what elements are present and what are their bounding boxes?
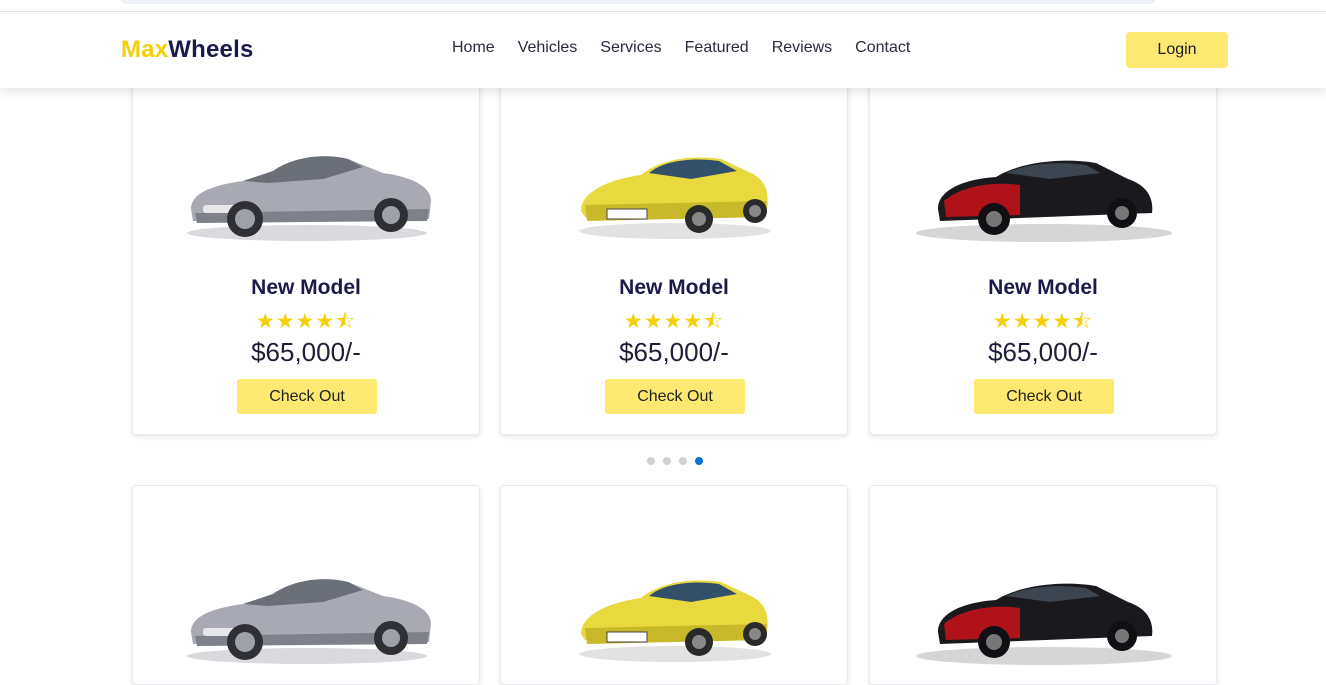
search-bar-edge	[120, 0, 1156, 4]
car-image-silver	[187, 579, 431, 664]
car-card: New Model ★★★★⯪ $65,000/- Check Out	[500, 80, 848, 435]
car-image-silver	[187, 156, 431, 241]
car-title: New Model	[619, 276, 729, 299]
car-price: $65,000/-	[619, 337, 729, 367]
car-image-yellow	[578, 157, 772, 240]
car-image-red	[916, 160, 1172, 242]
login-button[interactable]: Login	[1126, 32, 1228, 68]
car-title: New Model	[251, 276, 361, 299]
carousel-dot-4[interactable]	[695, 457, 703, 465]
nav-services[interactable]: Services	[600, 39, 661, 57]
logo-part-wheels: Wheels	[168, 36, 254, 63]
brand-logo[interactable]: MaxWheels	[121, 36, 254, 64]
nav-reviews[interactable]: Reviews	[772, 39, 832, 57]
car-price: $65,000/-	[251, 337, 361, 367]
carousel-dot-1[interactable]	[647, 457, 655, 465]
main-nav: Home Vehicles Services Featured Reviews …	[452, 39, 933, 57]
car-card: New Model ★★★★⯪ $65,000/- Check Out	[869, 80, 1217, 435]
car-card: New Model ★★★★⯪ $65,000/- Check Out	[132, 80, 480, 435]
car-card	[500, 485, 848, 685]
nav-vehicles[interactable]: Vehicles	[518, 39, 578, 57]
car-card	[869, 485, 1217, 685]
carousel-dots	[647, 457, 703, 465]
top-strip	[0, 0, 1326, 12]
check-out-button[interactable]: Check Out	[237, 379, 377, 414]
check-out-button[interactable]: Check Out	[974, 379, 1114, 414]
car-title: New Model	[988, 276, 1098, 299]
check-out-button[interactable]: Check Out	[605, 379, 745, 414]
car-card	[132, 485, 480, 685]
carousel-dot-2[interactable]	[663, 457, 671, 465]
car-image-yellow	[578, 580, 772, 663]
site-header: MaxWheels Home Vehicles Services Feature…	[0, 12, 1326, 88]
nav-home[interactable]: Home	[452, 39, 495, 57]
carousel-dot-3[interactable]	[679, 457, 687, 465]
nav-featured[interactable]: Featured	[685, 39, 749, 57]
logo-part-max: Max	[121, 36, 169, 63]
car-image-red	[916, 583, 1172, 665]
nav-contact[interactable]: Contact	[855, 39, 910, 57]
car-price: $65,000/-	[988, 337, 1098, 367]
